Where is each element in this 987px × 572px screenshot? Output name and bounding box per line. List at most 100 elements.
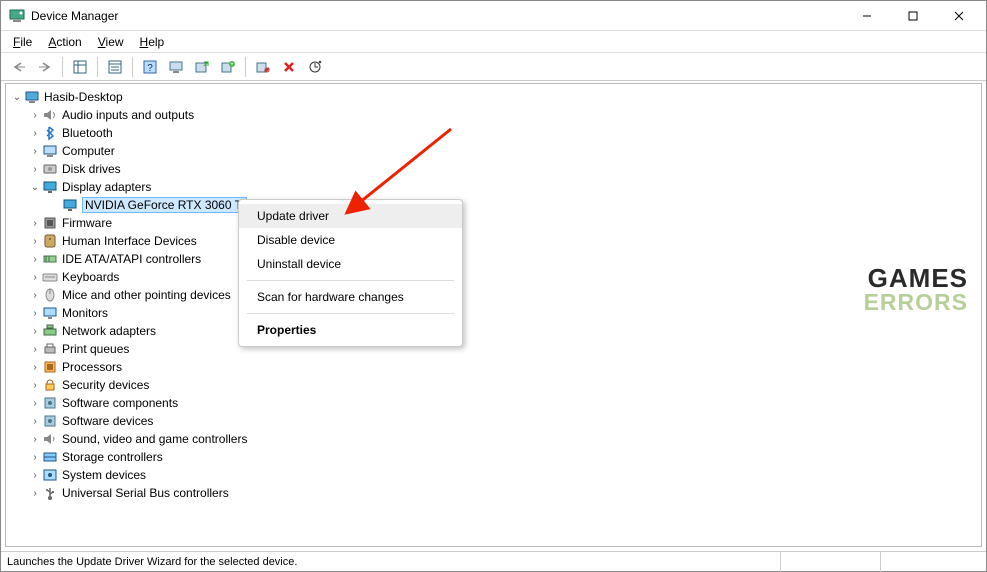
tree-category-node[interactable]: › Keyboards — [6, 268, 981, 286]
status-panel — [880, 552, 980, 572]
tree-category-node[interactable]: ›Mice and other pointing devices — [6, 286, 981, 304]
tree-category-node[interactable]: ›Sound, video and game controllers — [6, 430, 981, 448]
tree-node-label: Firmware — [62, 216, 112, 230]
window-title: Device Manager — [31, 9, 844, 23]
caret-down-icon[interactable]: ⌄ — [10, 92, 24, 103]
toolbar-separator — [132, 57, 133, 77]
caret-icon[interactable]: › — [28, 128, 42, 139]
back-button[interactable] — [7, 55, 31, 79]
tree-category-node[interactable]: › IDE ATA/ATAPI controllers — [6, 250, 981, 268]
tree-category-node[interactable]: ›Processors — [6, 358, 981, 376]
caret-icon[interactable]: › — [28, 398, 42, 409]
tree-category-node[interactable]: › Firmware — [6, 214, 981, 232]
context-properties[interactable]: Properties — [239, 318, 462, 342]
caret-icon[interactable]: › — [28, 344, 42, 355]
tree-node-label: Print queues — [62, 342, 129, 356]
tree-category-node[interactable]: › Software components — [6, 394, 981, 412]
tree-node-label: Keyboards — [62, 270, 119, 284]
svg-text:+: + — [230, 62, 234, 68]
tree-node-label: Hasib-Desktop — [44, 90, 123, 104]
add-legacy-button[interactable]: + — [216, 55, 240, 79]
menu-file[interactable]: File — [5, 33, 40, 51]
caret-icon[interactable]: › — [28, 254, 42, 265]
tree-category-node[interactable]: ›System devices — [6, 466, 981, 484]
monitor-icon — [42, 305, 58, 321]
desktop-icon — [24, 89, 40, 105]
caret-icon[interactable]: › — [28, 488, 42, 499]
minimize-button[interactable] — [844, 1, 890, 31]
caret-icon[interactable]: › — [28, 164, 42, 175]
caret-icon[interactable]: › — [28, 236, 42, 247]
system-icon — [42, 467, 58, 483]
caret-icon[interactable]: › — [28, 452, 42, 463]
tree-node-label: Software devices — [62, 414, 153, 428]
tree-category-node[interactable]: ›Storage controllers — [6, 448, 981, 466]
context-disable-device[interactable]: Disable device — [239, 228, 462, 252]
printer-icon — [42, 341, 58, 357]
maximize-button[interactable] — [890, 1, 936, 31]
menu-help[interactable]: Help — [132, 33, 173, 51]
tree-category-node[interactable]: ›Monitors — [6, 304, 981, 322]
caret-icon[interactable]: › — [28, 470, 42, 481]
update-driver-toolbar-button[interactable] — [190, 55, 214, 79]
bluetooth-icon — [42, 125, 58, 141]
tree-category-node[interactable]: › Computer — [6, 142, 981, 160]
status-panel — [780, 552, 880, 572]
help-button[interactable]: ? — [138, 55, 162, 79]
context-separator — [247, 313, 454, 314]
context-uninstall-device[interactable]: Uninstall device — [239, 252, 462, 276]
disable-toolbar-button[interactable] — [251, 55, 275, 79]
context-update-driver[interactable]: Update driver — [239, 204, 462, 228]
tree-category-node[interactable]: ⌄ Display adapters — [6, 178, 981, 196]
uninstall-toolbar-button[interactable] — [277, 55, 301, 79]
properties-button[interactable] — [103, 55, 127, 79]
caret-icon[interactable]: › — [28, 272, 42, 283]
device-tree-panel[interactable]: ⌄Hasib-Desktop›Audio inputs and outputs›… — [5, 83, 982, 547]
tree-node-label: Computer — [62, 144, 115, 158]
tree-category-node[interactable]: ›Disk drives — [6, 160, 981, 178]
tree-node-label: Human Interface Devices — [62, 234, 197, 248]
caret-icon[interactable]: › — [28, 326, 42, 337]
tree-category-node[interactable]: › Human Interface Devices — [6, 232, 981, 250]
toolbar-separator — [245, 57, 246, 77]
toolbar: ? + — [1, 53, 986, 81]
tree-category-node[interactable]: ›Network adapters — [6, 322, 981, 340]
tree-category-node[interactable]: ›Security devices — [6, 376, 981, 394]
show-hide-tree-button[interactable] — [68, 55, 92, 79]
tree-root-node[interactable]: ⌄ Hasib-Desktop — [6, 88, 981, 106]
caret-icon[interactable]: › — [28, 362, 42, 373]
caret-icon[interactable]: › — [28, 416, 42, 427]
tree-node-label: Software components — [62, 396, 178, 410]
software-icon — [42, 413, 58, 429]
tree-node-label: IDE ATA/ATAPI controllers — [62, 252, 201, 266]
tree-node-label: Universal Serial Bus controllers — [62, 486, 229, 500]
forward-button[interactable] — [33, 55, 57, 79]
tree-category-node[interactable]: › Universal Serial Bus controllers — [6, 484, 981, 502]
scan-button[interactable] — [164, 55, 188, 79]
tree-category-node[interactable]: › Audio inputs and outputs — [6, 106, 981, 124]
tree-device-node[interactable]: NVIDIA GeForce RTX 3060 Ti — [6, 196, 981, 214]
tree-category-node[interactable]: › Print queues — [6, 340, 981, 358]
tree-node-label: Audio inputs and outputs — [62, 108, 194, 122]
close-button[interactable] — [936, 1, 982, 31]
caret-icon[interactable]: › — [28, 308, 42, 319]
keyboard-icon — [42, 269, 58, 285]
menu-action[interactable]: Action — [40, 33, 89, 51]
menu-view[interactable]: View — [90, 33, 132, 51]
caret-icon[interactable]: › — [28, 110, 42, 121]
tree-node-label: Display adapters — [62, 180, 151, 194]
caret-icon[interactable]: › — [28, 146, 42, 157]
context-scan-hardware[interactable]: Scan for hardware changes — [239, 285, 462, 309]
app-icon — [9, 8, 25, 24]
caret-icon[interactable]: › — [28, 380, 42, 391]
scan-hardware-button[interactable] — [303, 55, 327, 79]
caret-icon[interactable]: › — [28, 218, 42, 229]
caret-icon[interactable]: › — [28, 290, 42, 301]
tree-category-node[interactable]: › Software devices — [6, 412, 981, 430]
cpu-icon — [42, 359, 58, 375]
caret-icon[interactable]: › — [28, 434, 42, 445]
caret-icon[interactable]: ⌄ — [28, 182, 42, 193]
tree-category-node[interactable]: ›Bluetooth — [6, 124, 981, 142]
network-icon — [42, 323, 58, 339]
speaker-icon — [42, 107, 58, 123]
